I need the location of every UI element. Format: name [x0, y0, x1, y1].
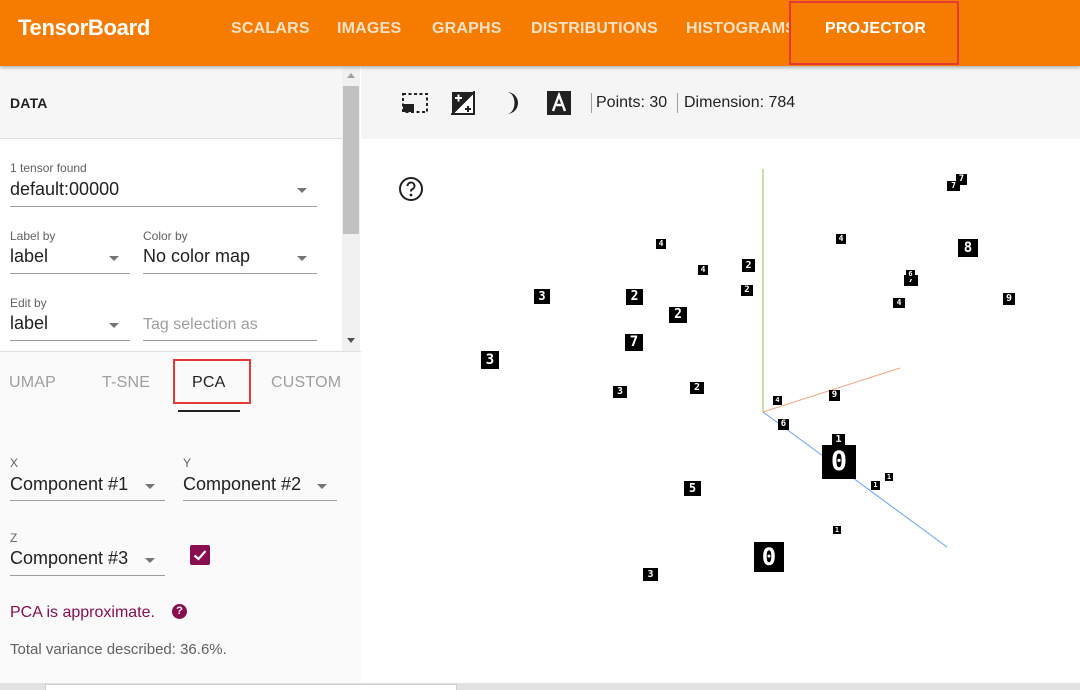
digit-point[interactable]: 5: [684, 481, 701, 496]
digit-point[interactable]: 3: [643, 568, 658, 581]
digit-point[interactable]: 9: [829, 390, 840, 401]
digit-point[interactable]: 2: [669, 307, 687, 323]
y-component-select[interactable]: Component #2: [183, 474, 301, 495]
top-app-bar: TensorBoard SCALARS IMAGES GRAPHS DISTRI…: [0, 0, 1080, 66]
tab-tsne[interactable]: T-SNE: [102, 374, 150, 392]
y-component-underline: [183, 500, 337, 501]
chevron-down-icon[interactable]: [297, 188, 307, 193]
tensor-count-label: 1 tensor found: [10, 161, 87, 175]
label-by-underline: [10, 273, 130, 274]
search-input[interactable]: [45, 684, 457, 690]
color-by-select[interactable]: No color map: [143, 246, 250, 267]
tag-selection-underline: [143, 340, 317, 341]
digit-point[interactable]: 3: [534, 289, 550, 304]
projector-highlight-box: [789, 1, 959, 65]
app-title: TensorBoard: [18, 15, 150, 40]
color-by-label: Color by: [143, 229, 188, 243]
digit-point[interactable]: 9: [1003, 293, 1015, 305]
data-panel-header: DATA: [0, 66, 342, 139]
label-by-label: Label by: [10, 229, 56, 243]
data-panel-scrollbar[interactable]: [342, 66, 360, 351]
edit-by-underline: [10, 340, 130, 341]
z-component-label: Z: [10, 531, 18, 545]
x-component-underline: [10, 500, 165, 501]
digit-point[interactable]: 3: [613, 386, 627, 398]
color-by-underline: [143, 273, 317, 274]
tab-images[interactable]: IMAGES: [337, 20, 401, 38]
checkmark-icon: [193, 550, 207, 561]
scroll-thumb[interactable]: [343, 86, 359, 234]
chevron-down-icon[interactable]: [297, 256, 307, 261]
digit-point[interactable]: 6: [906, 270, 915, 279]
tab-graphs[interactable]: GRAPHS: [432, 20, 502, 38]
digit-point[interactable]: 1: [833, 526, 841, 534]
x-component-label: X: [10, 456, 19, 470]
digit-point[interactable]: 4: [656, 239, 666, 249]
digit-point[interactable]: 1: [871, 481, 880, 490]
digit-point[interactable]: 7: [947, 181, 960, 191]
z-component-underline: [10, 575, 165, 576]
x-component-select[interactable]: Component #1: [10, 474, 128, 495]
toolbar-separator: [591, 93, 592, 113]
dimension-count: Dimension: 784: [684, 94, 796, 111]
tab-distributions[interactable]: DISTRIBUTIONS: [531, 20, 658, 38]
chevron-down-icon[interactable]: [109, 256, 119, 261]
chevron-down-icon[interactable]: [109, 323, 119, 328]
help-icon[interactable]: ?: [172, 604, 187, 619]
digit-point[interactable]: 2: [742, 259, 755, 272]
digit-point[interactable]: 0: [754, 542, 784, 572]
digit-point[interactable]: 4: [698, 265, 708, 275]
moon-icon[interactable]: [501, 91, 523, 115]
z-axis: [762, 411, 948, 548]
chevron-down-icon[interactable]: [145, 484, 155, 489]
digit-point[interactable]: 6: [778, 419, 789, 430]
tab-scalars[interactable]: SCALARS: [231, 20, 310, 38]
data-panel: DATA 1 tensor found default:00000 Label …: [0, 66, 362, 690]
label-icon[interactable]: [547, 91, 571, 115]
data-panel-title: DATA: [10, 95, 48, 111]
z-component-checkbox[interactable]: [190, 545, 210, 565]
y-component-label: Y: [183, 456, 192, 470]
digit-point[interactable]: 8: [958, 239, 978, 257]
tensor-select-underline: [10, 206, 317, 207]
pca-highlight-box: [173, 359, 251, 404]
total-variance-text: Total variance described: 36.6%.: [10, 641, 227, 658]
3d-axes: [762, 169, 948, 548]
night-mode-icon[interactable]: [451, 91, 475, 115]
pca-approximate-text: PCA is approximate.: [10, 604, 155, 621]
digit-point[interactable]: 2: [741, 285, 753, 296]
points-count: Points: 30: [596, 94, 668, 111]
digit-point[interactable]: 4: [893, 298, 905, 308]
select-region-icon[interactable]: [401, 91, 429, 115]
scroll-up-arrow-icon[interactable]: [347, 73, 355, 78]
digit-point[interactable]: 4: [773, 396, 782, 405]
projector-canvas[interactable]: 778444227694323232496101151037: [361, 139, 1080, 683]
tab-umap[interactable]: UMAP: [9, 374, 56, 392]
edit-by-select[interactable]: label: [10, 313, 48, 334]
label-by-select[interactable]: label: [10, 246, 48, 267]
tag-selection-input[interactable]: Tag selection as: [143, 316, 258, 334]
z-component-select[interactable]: Component #3: [10, 548, 128, 569]
tab-histograms[interactable]: HISTOGRAMS: [686, 20, 790, 38]
toolbar-separator: [677, 93, 678, 113]
edit-by-label: Edit by: [10, 296, 47, 310]
chevron-down-icon[interactable]: [145, 558, 155, 563]
tensor-select[interactable]: default:00000: [10, 179, 119, 200]
chevron-down-icon[interactable]: [317, 484, 327, 489]
scroll-down-arrow-icon[interactable]: [347, 338, 355, 343]
digit-point[interactable]: 1: [885, 473, 893, 481]
projector-toolbar: Points: 30 Dimension: 784: [361, 66, 1080, 140]
digit-point[interactable]: 2: [626, 289, 643, 305]
pca-settings: X Component #1 Y Component #2 Z Componen…: [0, 412, 361, 690]
digit-point[interactable]: 4: [836, 234, 846, 244]
digit-point[interactable]: 0: [822, 445, 856, 479]
digit-point[interactable]: 3: [481, 351, 499, 369]
digit-point[interactable]: 2: [690, 382, 704, 394]
projection-tabs: UMAP T-SNE PCA CUSTOM: [0, 351, 361, 414]
tab-custom[interactable]: CUSTOM: [271, 374, 341, 392]
digit-point[interactable]: 7: [625, 334, 643, 351]
